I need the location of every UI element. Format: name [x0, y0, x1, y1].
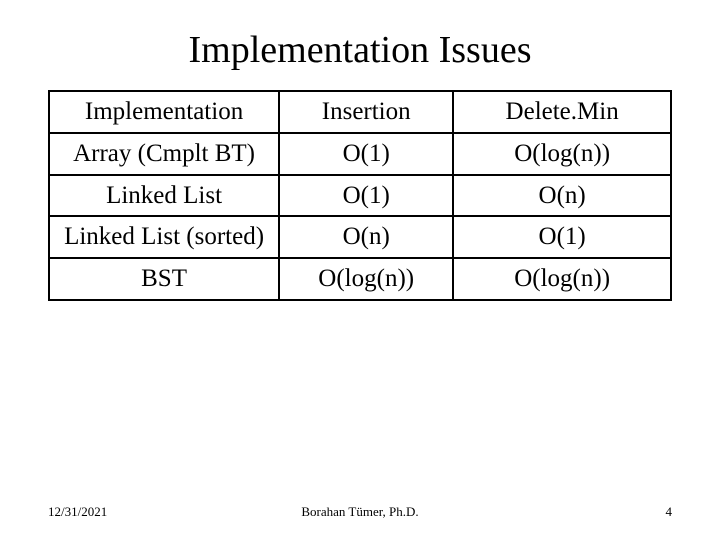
cell-insertion: O(1) — [279, 175, 453, 217]
col-header-deletemin: Delete.Min — [453, 91, 671, 133]
table-row: Array (Cmplt BT) O(1) O(log(n)) — [49, 133, 671, 175]
cell-insertion: O(n) — [279, 216, 453, 258]
cell-impl: Linked List (sorted) — [49, 216, 279, 258]
cell-impl: Array (Cmplt BT) — [49, 133, 279, 175]
cell-deletemin: O(n) — [453, 175, 671, 217]
col-header-insertion: Insertion — [279, 91, 453, 133]
slide-title: Implementation Issues — [0, 0, 720, 90]
footer-author: Borahan Tümer, Ph.D. — [301, 504, 418, 520]
table-row: BST O(log(n)) O(log(n)) — [49, 258, 671, 300]
cell-insertion: O(log(n)) — [279, 258, 453, 300]
cell-impl: Linked List — [49, 175, 279, 217]
footer-page-number: 4 — [666, 504, 673, 520]
cell-deletemin: O(1) — [453, 216, 671, 258]
table-row: Linked List (sorted) O(n) O(1) — [49, 216, 671, 258]
complexity-table: Implementation Insertion Delete.Min Arra… — [48, 90, 672, 301]
slide: Implementation Issues Implementation Ins… — [0, 0, 720, 540]
complexity-table-wrap: Implementation Insertion Delete.Min Arra… — [48, 90, 672, 301]
cell-insertion: O(1) — [279, 133, 453, 175]
table-row: Linked List O(1) O(n) — [49, 175, 671, 217]
col-header-implementation: Implementation — [49, 91, 279, 133]
cell-impl: BST — [49, 258, 279, 300]
footer-date: 12/31/2021 — [48, 504, 107, 520]
table-header-row: Implementation Insertion Delete.Min — [49, 91, 671, 133]
cell-deletemin: O(log(n)) — [453, 133, 671, 175]
cell-deletemin: O(log(n)) — [453, 258, 671, 300]
